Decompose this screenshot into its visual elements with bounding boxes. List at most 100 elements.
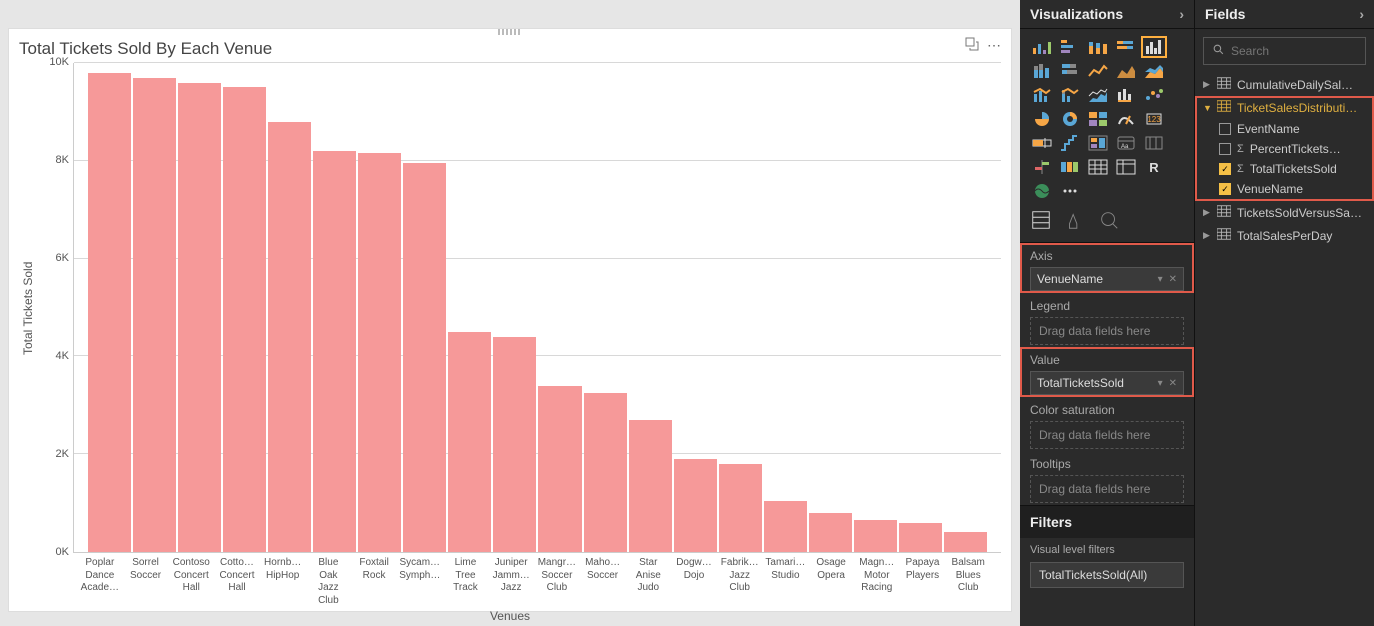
checkbox-checked-icon[interactable]: ✓: [1219, 183, 1231, 195]
bar[interactable]: [268, 122, 311, 552]
remove-field-icon[interactable]: ✕: [1169, 378, 1177, 389]
viz-type-icon[interactable]: [1029, 156, 1055, 178]
table-cumulative[interactable]: ▶ CumulativeDailySal…: [1195, 73, 1374, 96]
x-tick-label: Fabrik…JazzClub: [717, 553, 763, 607]
bar[interactable]: [88, 73, 131, 552]
viz-type-icon[interactable]: [1029, 180, 1055, 202]
bar[interactable]: [854, 520, 897, 552]
bar[interactable]: [223, 87, 266, 552]
visual-card[interactable]: ⋯ Total Tickets Sold By Each Venue Total…: [8, 28, 1012, 612]
viz-type-icon[interactable]: [1085, 84, 1111, 106]
axis-field-item[interactable]: VenueName ▾✕: [1030, 267, 1184, 291]
chevron-down-icon[interactable]: ▾: [1158, 274, 1163, 285]
viz-type-icon[interactable]: [1057, 180, 1083, 202]
field-percenttickets[interactable]: Σ PercentTickets…: [1195, 139, 1374, 159]
format-tab-icon[interactable]: [1064, 209, 1086, 234]
viz-type-icon[interactable]: [1141, 36, 1167, 58]
bar[interactable]: [944, 532, 987, 552]
viz-type-icon[interactable]: [1085, 36, 1111, 58]
legend-well[interactable]: Legend Drag data fields here: [1020, 293, 1194, 347]
viz-type-icon[interactable]: [1085, 108, 1111, 130]
fields-header[interactable]: Fields ›: [1195, 0, 1374, 29]
x-tick-label: BalsamBluesClub: [945, 553, 991, 607]
viz-type-icon[interactable]: [1113, 156, 1139, 178]
chevron-right-icon[interactable]: ›: [1179, 6, 1184, 22]
chevron-down-icon[interactable]: ▾: [1158, 378, 1163, 389]
bar[interactable]: [358, 153, 401, 552]
fields-tab-icon[interactable]: [1030, 209, 1052, 234]
bar[interactable]: [674, 459, 717, 552]
visualizations-header[interactable]: Visualizations ›: [1020, 0, 1194, 29]
viz-type-icon[interactable]: R: [1141, 156, 1167, 178]
table-icon: [1217, 228, 1231, 243]
bar[interactable]: [899, 523, 942, 552]
viz-type-icon[interactable]: Aa: [1113, 132, 1139, 154]
viz-type-icon[interactable]: 123: [1141, 108, 1167, 130]
table-ticketsales[interactable]: ▼ TicketSalesDistributi…: [1195, 96, 1374, 119]
bar[interactable]: [764, 501, 807, 552]
viz-type-icon[interactable]: [1141, 132, 1167, 154]
table-ticketssoldversus[interactable]: ▶ TicketsSoldVersusSa…: [1195, 201, 1374, 224]
viz-type-icon[interactable]: [1057, 108, 1083, 130]
collapse-icon: ▶: [1203, 230, 1211, 241]
viz-type-icon[interactable]: [1085, 60, 1111, 82]
viz-type-icon[interactable]: [1029, 84, 1055, 106]
table-totalsalesperday[interactable]: ▶ TotalSalesPerDay: [1195, 224, 1374, 247]
bar[interactable]: [403, 163, 446, 552]
checkbox-icon[interactable]: [1219, 143, 1231, 155]
more-options-icon[interactable]: ⋯: [987, 37, 1001, 51]
bar[interactable]: [133, 78, 176, 552]
viz-type-icon[interactable]: [1113, 36, 1139, 58]
viz-type-icon[interactable]: [1029, 60, 1055, 82]
viz-type-icon[interactable]: [1057, 36, 1083, 58]
filter-chip[interactable]: TotalTicketsSold(All): [1030, 562, 1184, 588]
bar[interactable]: [178, 83, 221, 552]
viz-type-icon[interactable]: [1085, 156, 1111, 178]
tooltips-well[interactable]: Tooltips Drag data fields here: [1020, 451, 1194, 505]
bar[interactable]: [313, 151, 356, 552]
search-input[interactable]: [1231, 44, 1374, 58]
x-tick-label: Sycam…Symph…: [397, 553, 443, 607]
checkbox-checked-icon[interactable]: ✓: [1219, 163, 1231, 175]
bar[interactable]: [809, 513, 852, 552]
bar[interactable]: [493, 337, 536, 552]
analytics-tab-icon[interactable]: [1098, 209, 1120, 234]
bar[interactable]: [538, 386, 581, 552]
viz-type-icon[interactable]: [1057, 60, 1083, 82]
bar[interactable]: [719, 464, 762, 552]
field-venuename[interactable]: ✓ VenueName: [1195, 179, 1374, 199]
viz-type-icon[interactable]: [1057, 84, 1083, 106]
bar[interactable]: [584, 393, 627, 552]
viz-type-icon[interactable]: [1113, 60, 1139, 82]
viz-type-icon[interactable]: [1141, 84, 1167, 106]
axis-well[interactable]: Axis VenueName ▾✕: [1020, 243, 1194, 293]
bar[interactable]: [448, 332, 491, 552]
field-eventname[interactable]: EventName: [1195, 119, 1374, 139]
viz-type-icon[interactable]: [1029, 132, 1055, 154]
report-canvas[interactable]: ⋯ Total Tickets Sold By Each Venue Total…: [0, 0, 1020, 626]
value-well[interactable]: Value TotalTicketsSold ▾✕: [1020, 347, 1194, 397]
checkbox-icon[interactable]: [1219, 123, 1231, 135]
sigma-icon: Σ: [1237, 143, 1244, 155]
bar[interactable]: [629, 420, 672, 552]
chevron-right-icon[interactable]: ›: [1359, 6, 1364, 22]
remove-field-icon[interactable]: ✕: [1169, 274, 1177, 285]
value-field-item[interactable]: TotalTicketsSold ▾✕: [1030, 371, 1184, 395]
viz-type-icon[interactable]: [1085, 132, 1111, 154]
viz-type-icon[interactable]: [1141, 60, 1167, 82]
sigma-icon: Σ: [1237, 163, 1244, 175]
fields-search[interactable]: [1203, 37, 1366, 65]
focus-mode-icon[interactable]: [965, 37, 979, 51]
x-axis-label: Venues: [19, 609, 1001, 623]
viz-type-icon[interactable]: [1057, 156, 1083, 178]
field-totaltickets[interactable]: ✓ Σ TotalTicketsSold: [1195, 159, 1374, 179]
viz-type-icon[interactable]: [1113, 84, 1139, 106]
color-saturation-well[interactable]: Color saturation Drag data fields here: [1020, 397, 1194, 451]
viz-type-icon[interactable]: [1029, 108, 1055, 130]
table-icon: [1217, 77, 1231, 92]
viz-type-icon[interactable]: [1029, 36, 1055, 58]
drag-handle-icon[interactable]: [498, 29, 522, 35]
viz-type-icon[interactable]: [1057, 132, 1083, 154]
viz-type-icon[interactable]: [1113, 108, 1139, 130]
filters-header[interactable]: Filters: [1020, 505, 1194, 538]
